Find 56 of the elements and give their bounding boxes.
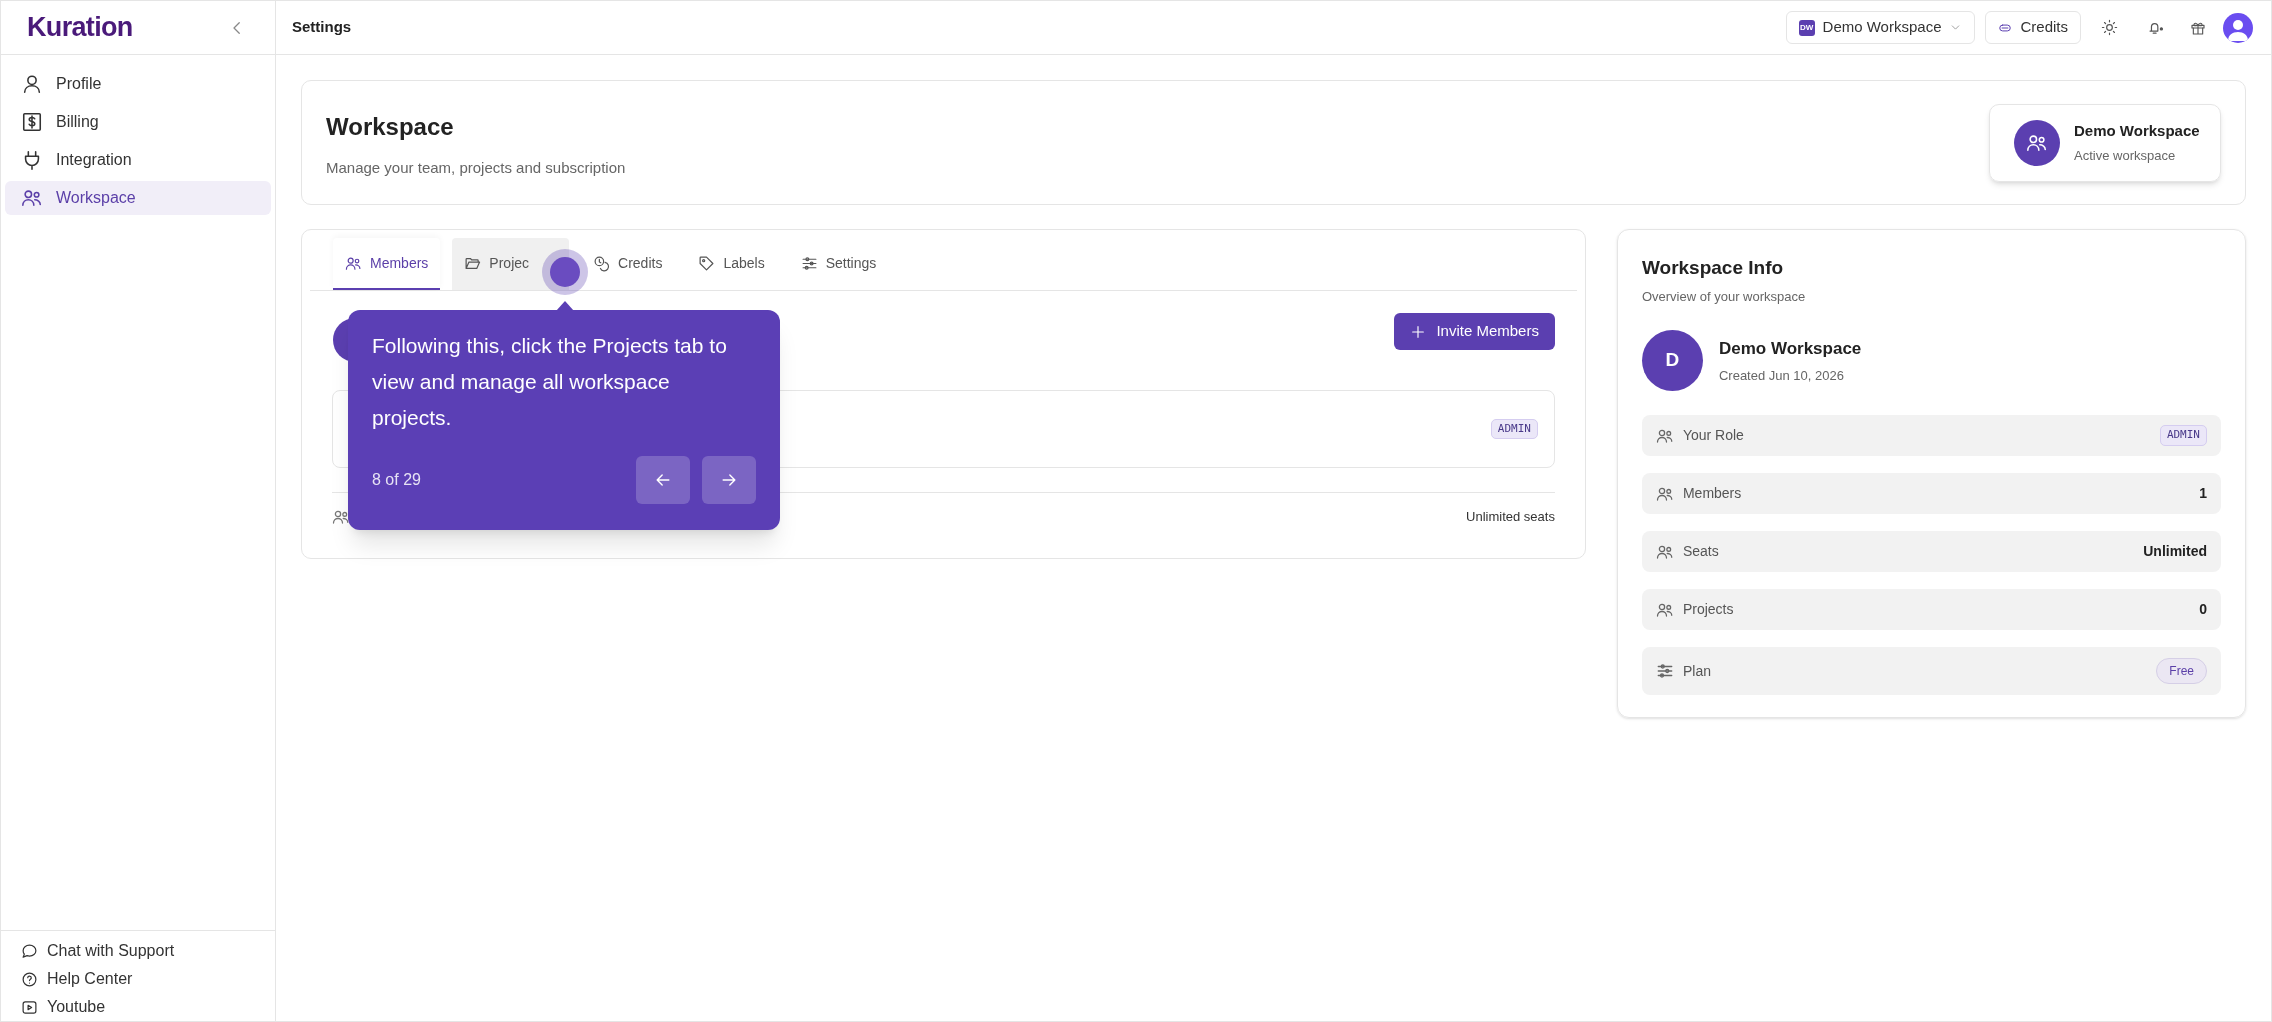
workspace-name: Demo Workspace [1718,338,1862,360]
info-label: Members [1682,484,1742,503]
workspace-badge: DW [1798,19,1815,36]
avatar[interactable] [2223,12,2253,43]
sidebar-item[interactable]: Integration [5,143,271,177]
workspace-avatar: D [1641,330,1703,391]
person-icon [21,73,43,95]
info-value: 1 [2199,484,2207,503]
role-badge: ADMIN [2159,425,2207,446]
help-icon [21,970,38,988]
tab[interactable]: Labels [686,238,777,290]
card-title: Workspace Info [1641,256,1785,280]
support-link[interactable]: Youtube [21,995,275,1019]
active-workspace-card[interactable]: Demo Workspace Active workspace [1989,103,2221,182]
sidebar-item[interactable]: Billing [5,105,271,139]
workspace-caption: Active workspace [2074,146,2177,165]
step-counter: 8 of 29 [372,470,421,490]
support-link[interactable]: Help Center [21,967,275,991]
info-label: Seats [1682,542,1719,561]
chat-bubble-icon [21,942,38,960]
tab[interactable]: Members [333,238,441,290]
page-heading: Workspace [326,112,455,143]
tab[interactable]: Settings [788,238,889,290]
credits-button[interactable]: Credits [1985,11,2081,44]
seats-label: Unlimited seats [1466,508,1555,526]
tab[interactable]: Credits [581,238,675,290]
tab[interactable]: Projec [452,238,570,290]
plan-badge: Free [2156,658,2207,684]
info-label: Projects [1682,600,1734,619]
sliders-icon [1655,662,1674,680]
page-title: Settings [292,17,352,38]
tooltip-text: Following this, click the Projects tab to view and manage all workspace projects. [372,333,727,431]
sidebar-item[interactable]: Workspace [5,181,271,215]
logo[interactable]: Kuration [27,7,133,48]
users-icon [21,187,43,209]
info-label: Plan [1682,661,1711,681]
page-subtitle: Manage your team, projects and subscription [326,158,626,179]
info-value: 0 [2199,600,2207,619]
sliders-icon [800,254,818,272]
created-date: Created Jun 10, 2026 [1718,366,1845,385]
coins-icon [593,254,611,272]
workspace-name: Demo Workspace [2074,121,2200,141]
sun-icon [2100,19,2118,36]
support-link[interactable]: Chat with Support [21,939,275,963]
dollar-icon [21,111,43,133]
plus-icon [1410,323,1427,340]
info-label: Your Role [1682,426,1744,445]
workspace-dropdown[interactable]: DW Demo Workspace [1785,11,1976,44]
play-icon [21,998,38,1016]
invite-button[interactable]: Invite Members [1394,313,1555,350]
info-value: Unlimited [2143,542,2207,561]
sidebar-item[interactable]: Profile [5,67,271,101]
hotspot-marker[interactable] [542,249,588,295]
tag-icon [698,254,716,272]
card-subtitle: Overview of your workspace [1641,287,1807,306]
role-badge: ADMIN [1490,418,1538,440]
